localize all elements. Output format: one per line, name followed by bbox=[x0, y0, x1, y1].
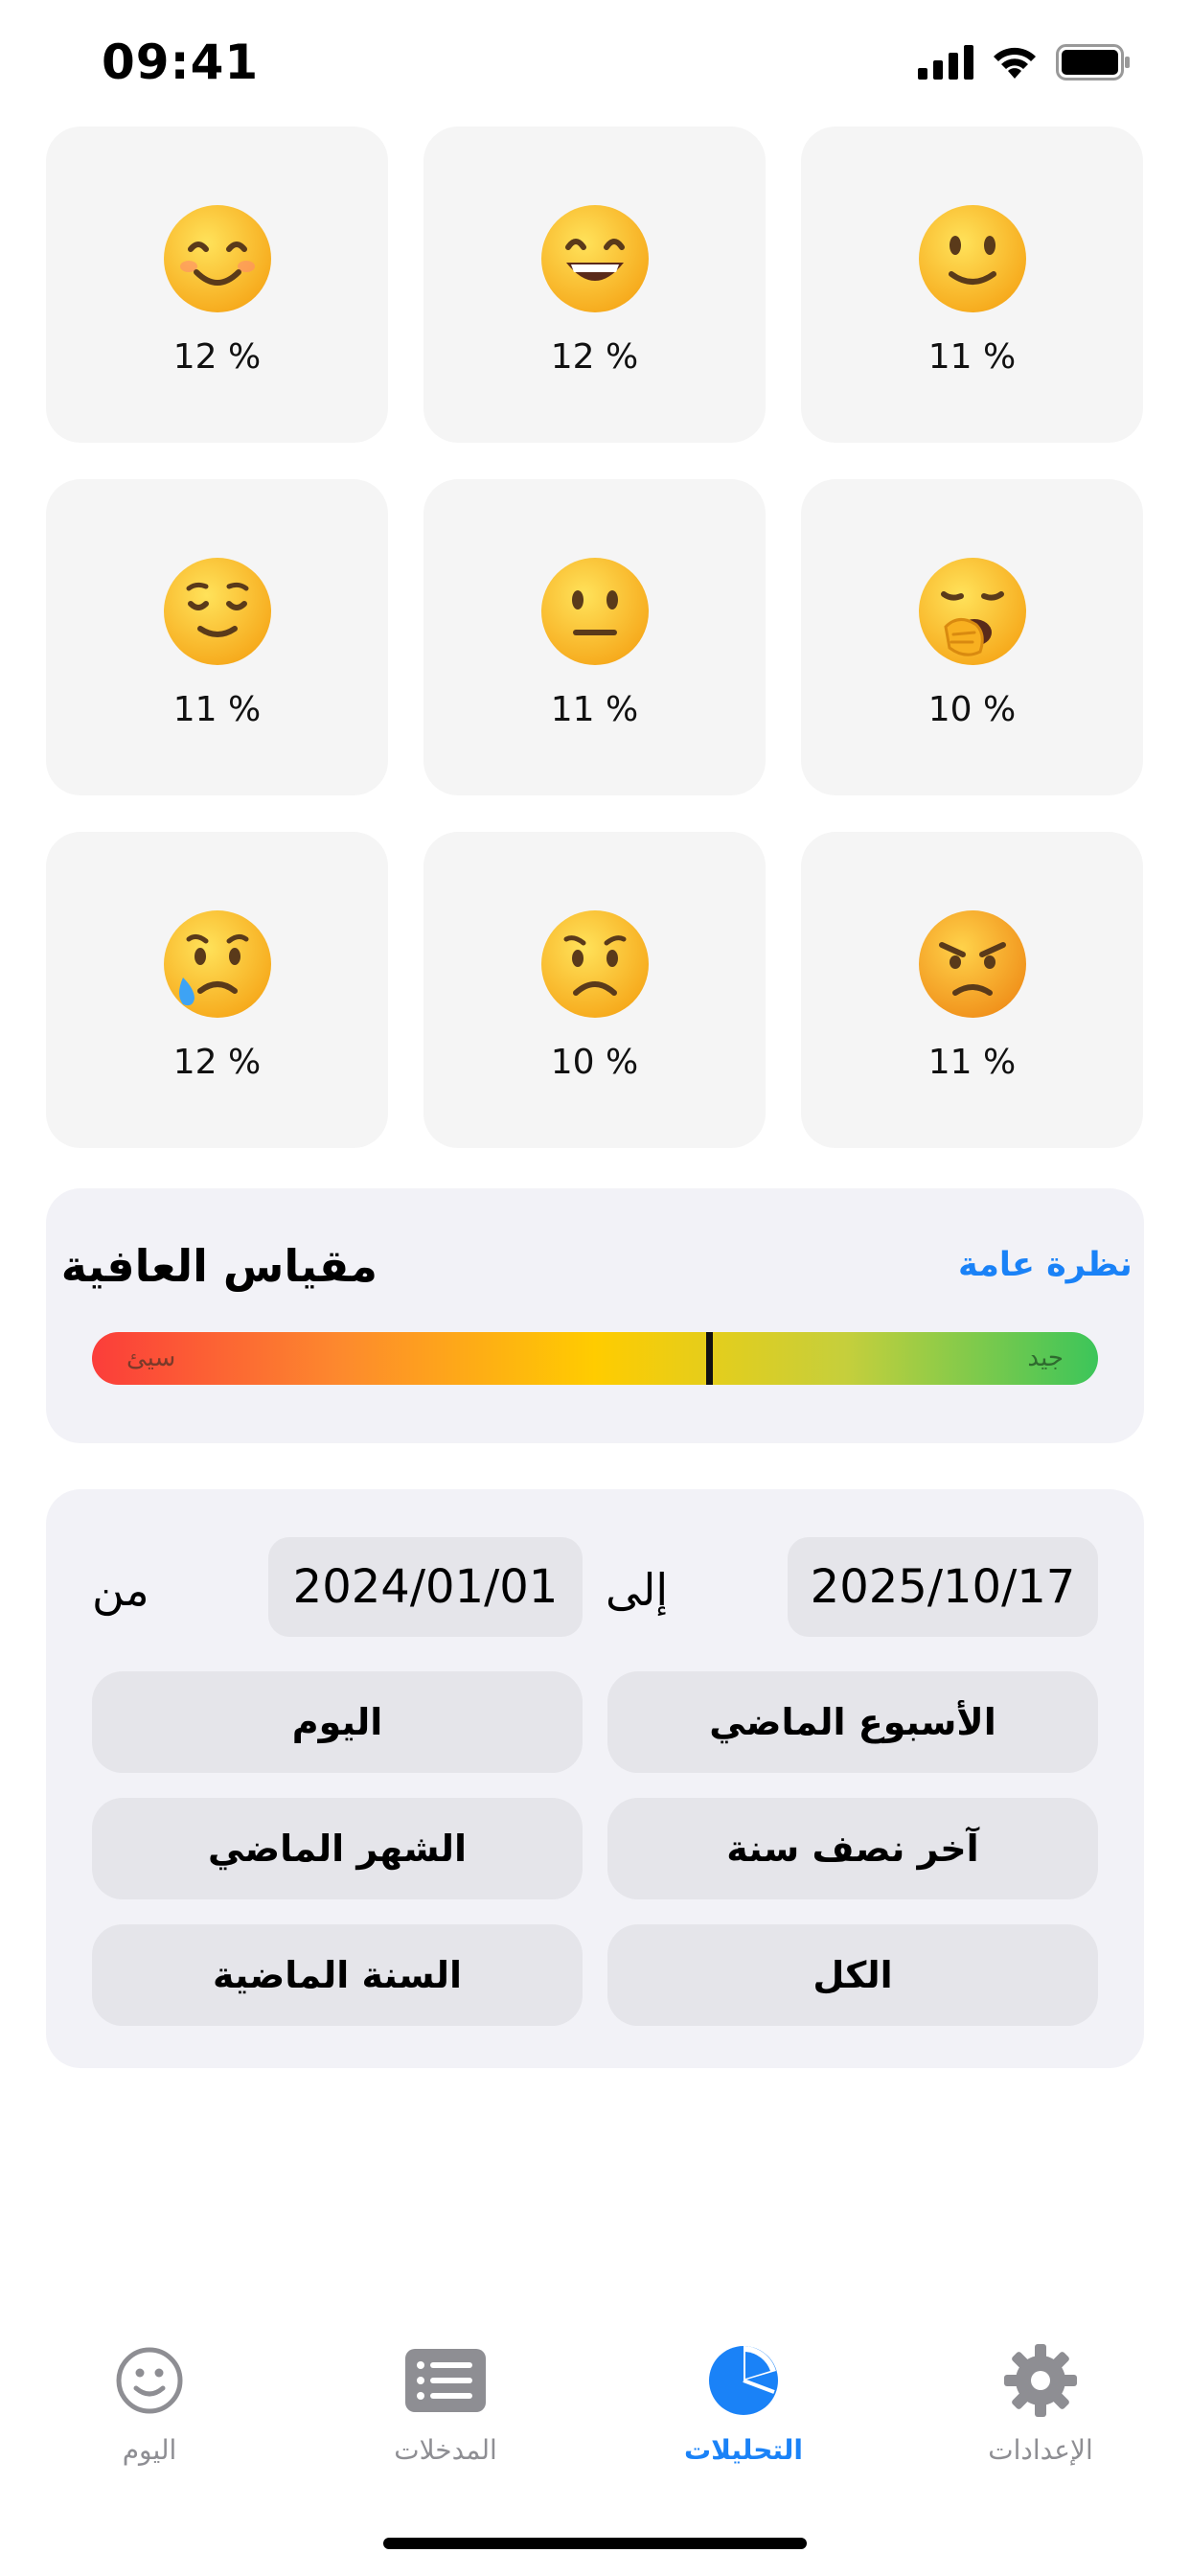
preset-all-button[interactable]: الكل bbox=[607, 1924, 1098, 2026]
bad-label: سيئ bbox=[126, 1344, 176, 1372]
pie-chart-icon bbox=[709, 2346, 778, 2415]
preset-last-month-button[interactable]: الشهر الماضي bbox=[92, 1798, 583, 1899]
worried-face-icon bbox=[540, 910, 649, 1018]
mood-card[interactable]: 10 % bbox=[801, 479, 1143, 795]
cellular-signal-icon bbox=[918, 45, 973, 80]
wellbeing-title: مقياس العافية bbox=[60, 1240, 378, 1292]
tab-analytics-label: التحليلات bbox=[684, 2434, 803, 2466]
status-time: 09:41 bbox=[102, 34, 260, 90]
good-label: جيد bbox=[1027, 1344, 1064, 1372]
tab-analytics[interactable]: التحليلات bbox=[629, 2338, 858, 2466]
from-label: من bbox=[92, 1564, 149, 1616]
preset-today-button[interactable]: اليوم bbox=[92, 1671, 583, 1773]
mood-percent: 10 % bbox=[550, 1043, 639, 1082]
tab-bar: اليوم المدخلات التحليلات الإعدادات bbox=[0, 2338, 1190, 2482]
preset-last-year-button[interactable]: السنة الماضية bbox=[92, 1924, 583, 2026]
home-indicator[interactable] bbox=[383, 2538, 807, 2549]
to-date-picker[interactable]: 2025/10/17 bbox=[788, 1537, 1098, 1637]
mood-card[interactable]: 11 % bbox=[801, 126, 1143, 443]
smiley-outline-icon bbox=[116, 2347, 183, 2414]
tab-settings-label: الإعدادات bbox=[988, 2434, 1093, 2466]
gear-icon bbox=[1004, 2344, 1077, 2417]
smiling-face-icon bbox=[163, 205, 271, 312]
wellbeing-marker bbox=[706, 1332, 713, 1385]
angry-face-icon bbox=[918, 910, 1026, 1018]
status-icons bbox=[918, 44, 1131, 80]
mood-card[interactable]: 11 % bbox=[801, 832, 1143, 1148]
status-bar: 09:41 bbox=[0, 0, 1190, 125]
mood-card[interactable]: 10 % bbox=[423, 832, 766, 1148]
mood-percent: 12 % bbox=[550, 337, 639, 377]
battery-icon bbox=[1056, 44, 1130, 80]
wellbeing-card: مقياس العافية نظرة عامة سيئ جيد bbox=[46, 1188, 1144, 1443]
preset-last-half-year-button[interactable]: آخر نصف سنة bbox=[607, 1798, 1098, 1899]
wellbeing-gradient-bar: سيئ جيد bbox=[92, 1332, 1098, 1385]
tab-entries[interactable]: المدخلات bbox=[331, 2338, 561, 2466]
mood-percent: 11 % bbox=[927, 337, 1017, 377]
wifi-icon bbox=[994, 47, 1036, 79]
mood-percent: 12 % bbox=[172, 337, 262, 377]
tab-today-label: اليوم bbox=[122, 2434, 177, 2466]
preset-last-week-button[interactable]: الأسبوع الماضي bbox=[607, 1671, 1098, 1773]
mood-grid: 12 % 12 % 11 % 11 % 11 % 10 % 12 % 10 % … bbox=[46, 126, 1144, 1148]
mood-card[interactable]: 12 % bbox=[423, 126, 766, 443]
yawning-face-icon bbox=[918, 558, 1026, 665]
tab-settings[interactable]: الإعدادات bbox=[926, 2338, 1156, 2466]
mood-percent: 12 % bbox=[172, 1043, 262, 1082]
neutral-face-icon bbox=[540, 558, 649, 665]
overview-link[interactable]: نظرة عامة bbox=[958, 1246, 1133, 1284]
date-range-card: من 2024/01/01 إلى 2025/10/17 اليوم الأسب… bbox=[46, 1489, 1144, 2068]
mood-card[interactable]: 12 % bbox=[46, 832, 388, 1148]
slightly-smiling-face-icon bbox=[918, 205, 1026, 312]
mood-card[interactable]: 12 % bbox=[46, 126, 388, 443]
tab-entries-label: المدخلات bbox=[394, 2434, 497, 2466]
mood-percent: 11 % bbox=[927, 1043, 1017, 1082]
tab-today[interactable]: اليوم bbox=[34, 2338, 264, 2466]
mood-card[interactable]: 11 % bbox=[46, 479, 388, 795]
grinning-face-icon bbox=[540, 205, 649, 312]
mood-percent: 11 % bbox=[172, 690, 262, 729]
to-label: إلى bbox=[606, 1564, 669, 1616]
from-date-picker[interactable]: 2024/01/01 bbox=[268, 1537, 583, 1637]
list-icon bbox=[405, 2349, 486, 2412]
relieved-face-icon bbox=[163, 558, 271, 665]
mood-percent: 10 % bbox=[927, 690, 1017, 729]
mood-card[interactable]: 11 % bbox=[423, 479, 766, 795]
crying-face-icon bbox=[163, 910, 271, 1018]
mood-percent: 11 % bbox=[550, 690, 639, 729]
